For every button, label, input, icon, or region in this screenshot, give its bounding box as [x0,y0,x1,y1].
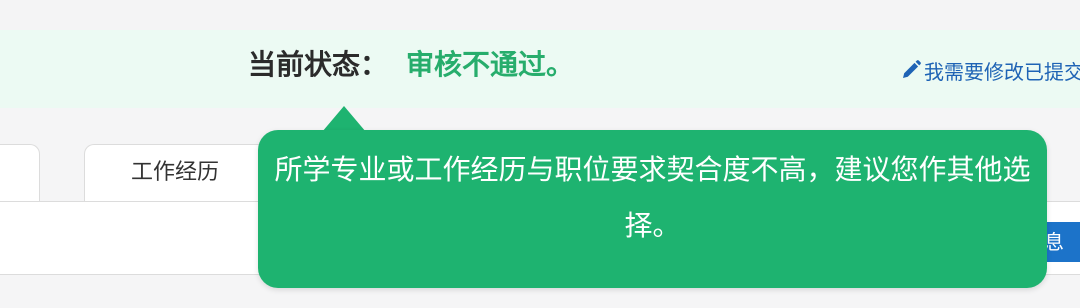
status-label: 当前状态： [248,48,389,81]
pencil-icon [900,59,922,81]
tooltip-arrow [322,106,366,132]
status-value: 审核不通过。 [406,48,575,81]
tab-work-experience-label: 工作经历 [131,160,220,185]
edit-submission-label: 我需要修改已提交 [924,59,1080,84]
rejection-reason-tooltip: 所学专业或工作经历与职位要求契合度不高，建议您作其他选择。 [258,130,1047,288]
edit-submission-link[interactable]: 我需要修改已提交 [900,56,1080,84]
tab-previous[interactable] [0,144,40,202]
top-strip [0,0,1080,30]
